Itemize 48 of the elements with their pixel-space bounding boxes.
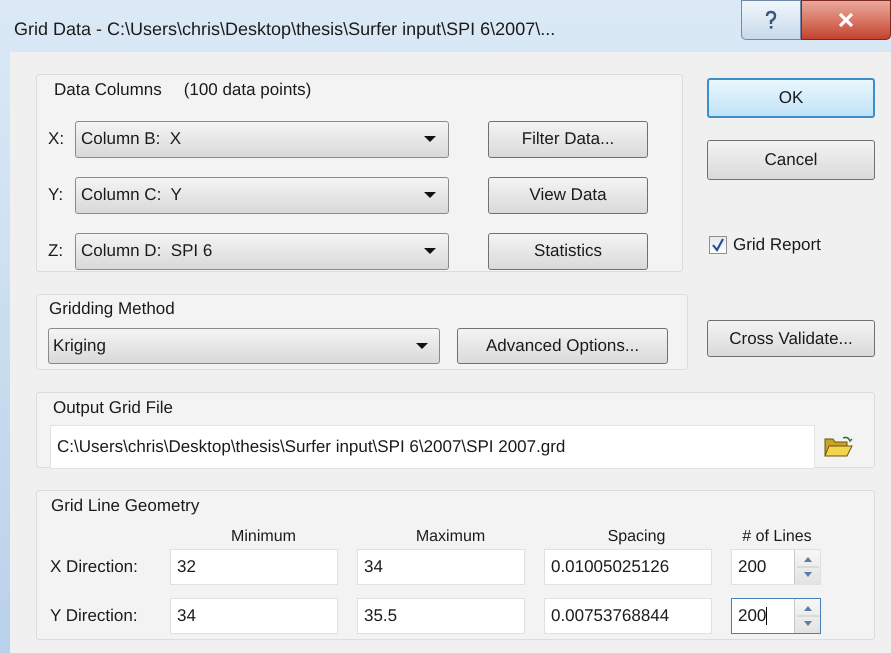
column-dropdown[interactable]: Column B: X xyxy=(75,120,449,158)
folder-icon[interactable] xyxy=(823,434,853,458)
axis-label: Y: xyxy=(48,184,64,206)
spin-arrows-icon[interactable] xyxy=(794,598,820,632)
caret-icon xyxy=(423,135,437,143)
maximum-field[interactable]: 34 xyxy=(357,548,525,584)
group-label: Output Grid File xyxy=(52,397,174,419)
spacing-field[interactable]: 0.00753768844 xyxy=(544,598,712,634)
output-file-field[interactable]: C:\Users\chris\Desktop\thesis\Surfer input\SPI 6\2007\SPI 2007.grd xyxy=(50,424,815,468)
maximum-field[interactable]: 35.5 xyxy=(357,598,525,634)
data-point-count: (100 data points) xyxy=(184,79,312,101)
axis-label: Z: xyxy=(48,240,64,262)
column-header: Spacing xyxy=(606,526,666,546)
line-count-spinner[interactable]: 200 xyxy=(731,548,821,584)
group-label: Grid Line Geometry xyxy=(50,495,200,517)
spin-arrows-icon[interactable] xyxy=(794,550,820,584)
action-button[interactable]: View Data xyxy=(488,176,648,214)
column-dropdown[interactable]: Column C: Y xyxy=(75,176,449,214)
row-label: X Direction: xyxy=(50,556,139,578)
close-icon xyxy=(837,12,855,28)
dialog-button[interactable]: OK xyxy=(707,78,875,118)
column-header: Minimum xyxy=(230,526,297,546)
column-header: # of Lines xyxy=(741,526,813,546)
grid-report-checkbox[interactable] xyxy=(709,236,727,254)
group-label: Data Columns xyxy=(54,79,162,101)
window-title: Grid Data - C:\Users\chris\Desktop\thesis\Surfer input\SPI 6\2007\... xyxy=(14,18,556,41)
group-label: Gridding Method xyxy=(48,298,176,320)
column-dropdown[interactable]: Column D: SPI 6 xyxy=(75,232,449,270)
minimum-field[interactable]: 32 xyxy=(170,548,338,584)
line-count-spinner[interactable]: 200 xyxy=(731,598,821,634)
advanced-options-button[interactable]: Advanced Options... xyxy=(457,328,668,364)
action-button[interactable]: Filter Data... xyxy=(488,120,648,158)
help-button[interactable] xyxy=(741,0,801,40)
axis-label: X: xyxy=(48,128,66,150)
caret-icon xyxy=(415,342,429,350)
checkbox-label: Grid Report xyxy=(733,234,821,256)
method-dropdown[interactable]: Kriging xyxy=(48,328,440,364)
dialog-button[interactable]: Cancel xyxy=(707,140,875,180)
minimum-field[interactable]: 34 xyxy=(170,598,338,634)
help-icon xyxy=(764,10,778,30)
column-header: Maximum xyxy=(414,526,486,546)
action-button[interactable]: Statistics xyxy=(488,232,648,270)
caret-icon xyxy=(423,247,437,255)
close-button[interactable] xyxy=(801,0,891,40)
row-label: Y Direction: xyxy=(50,604,139,627)
caret-icon xyxy=(423,191,437,199)
cross-validate-button[interactable]: Cross Validate... xyxy=(707,320,875,357)
spacing-field[interactable]: 0.01005025126 xyxy=(544,548,712,584)
